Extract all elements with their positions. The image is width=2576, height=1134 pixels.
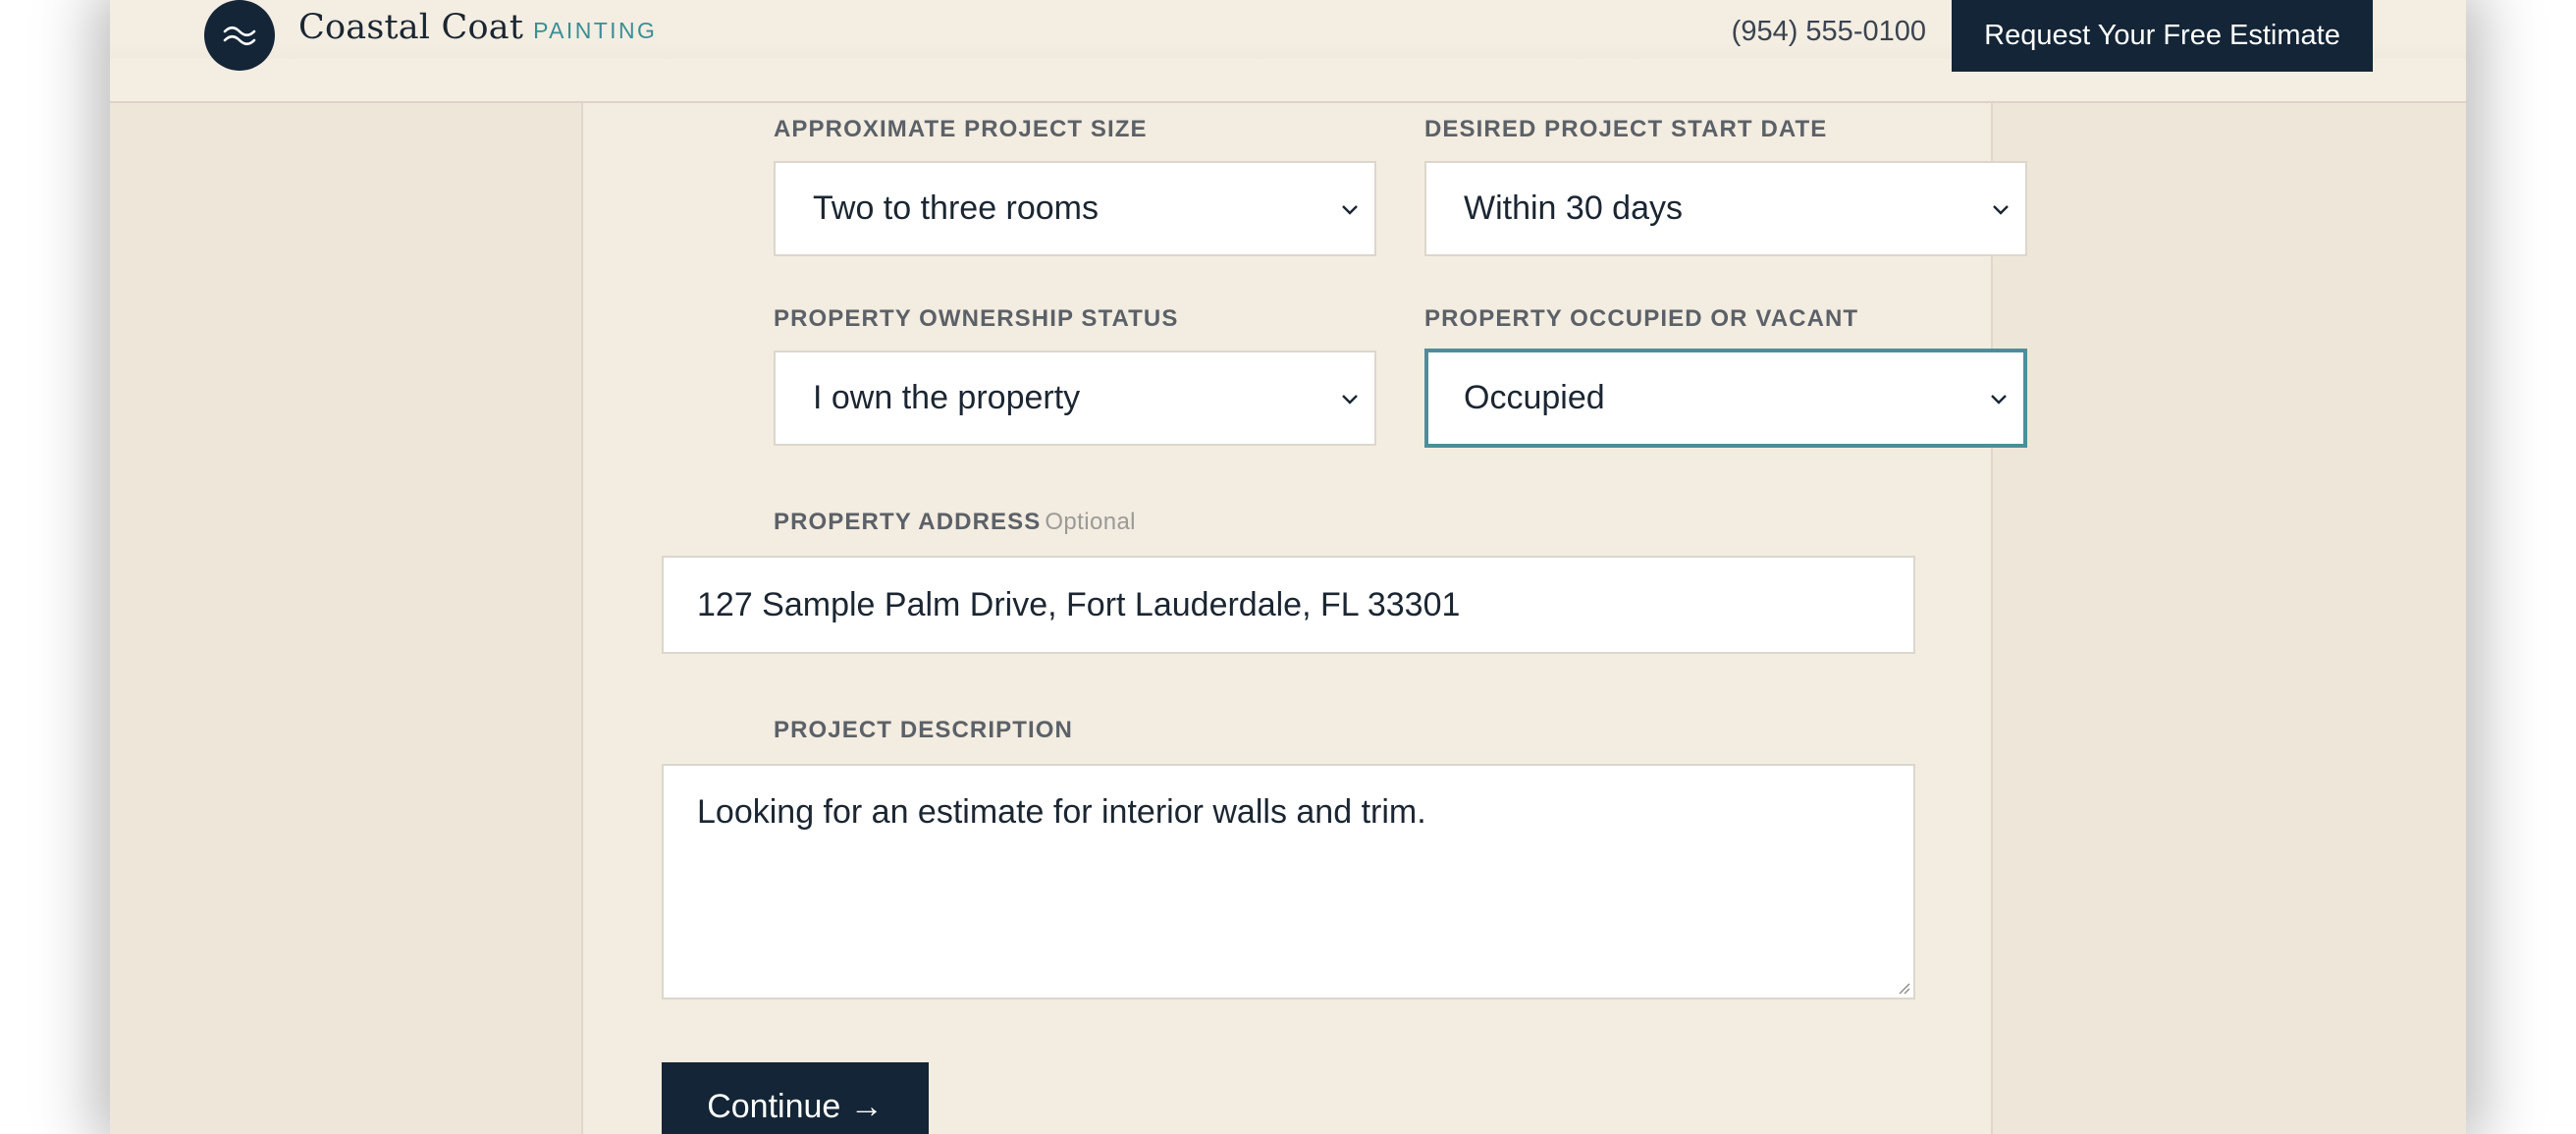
browser-viewport: Coastal Coat PAINTING (954) 555-0100 Req…	[110, 0, 2466, 1134]
description-label: PROJECT DESCRIPTION	[774, 717, 1073, 743]
resize-handle-icon[interactable]	[1896, 980, 1911, 996]
occupancy-label: PROPERTY OCCUPIED OR VACANT	[1424, 305, 1859, 332]
brand-name: Coastal Coat	[298, 8, 524, 47]
ownership-label: PROPERTY OWNERSHIP STATUS	[774, 305, 1179, 332]
address-label-text: PROPERTY ADDRESS	[774, 509, 1042, 535]
chevron-down-icon	[1991, 394, 2007, 405]
ownership-select[interactable]: I own the property	[774, 351, 1376, 446]
occupancy-value: Occupied	[1464, 379, 1605, 416]
start-date-label: DESIRED PROJECT START DATE	[1424, 116, 1828, 142]
description-textarea[interactable]: Looking for an estimate for interior wal…	[662, 764, 1915, 999]
start-date-select[interactable]: Within 30 days	[1424, 161, 2027, 256]
chevron-down-icon	[1342, 204, 1358, 215]
request-estimate-button[interactable]: Request Your Free Estimate	[1952, 0, 2373, 72]
address-label: PROPERTY ADDRESS Optional	[774, 509, 1136, 536]
chevron-down-icon	[1342, 394, 1358, 405]
address-input[interactable]: 127 Sample Palm Drive, Fort Lauderdale, …	[662, 556, 1915, 654]
brand-logo[interactable]: Coastal Coat PAINTING	[298, 8, 657, 47]
waves-icon[interactable]	[204, 0, 275, 71]
optional-hint: Optional	[1045, 509, 1136, 535]
description-value: Looking for an estimate for interior wal…	[697, 793, 1426, 831]
chevron-down-icon	[1993, 204, 2009, 215]
continue-button[interactable]: Continue →	[662, 1062, 929, 1134]
project-size-label: APPROXIMATE PROJECT SIZE	[774, 116, 1148, 142]
site-header: Coastal Coat PAINTING (954) 555-0100 Req…	[110, 0, 2466, 103]
phone-link[interactable]: (954) 555-0100	[1732, 16, 1926, 48]
occupancy-select[interactable]: Occupied	[1424, 349, 2027, 448]
ownership-value: I own the property	[813, 379, 1081, 416]
start-date-value: Within 30 days	[1464, 189, 1683, 227]
address-value: 127 Sample Palm Drive, Fort Lauderdale, …	[697, 585, 1461, 623]
brand-subtitle: PAINTING	[533, 18, 658, 43]
project-size-value: Two to three rooms	[813, 189, 1100, 227]
project-size-select[interactable]: Two to three rooms	[774, 161, 1376, 256]
